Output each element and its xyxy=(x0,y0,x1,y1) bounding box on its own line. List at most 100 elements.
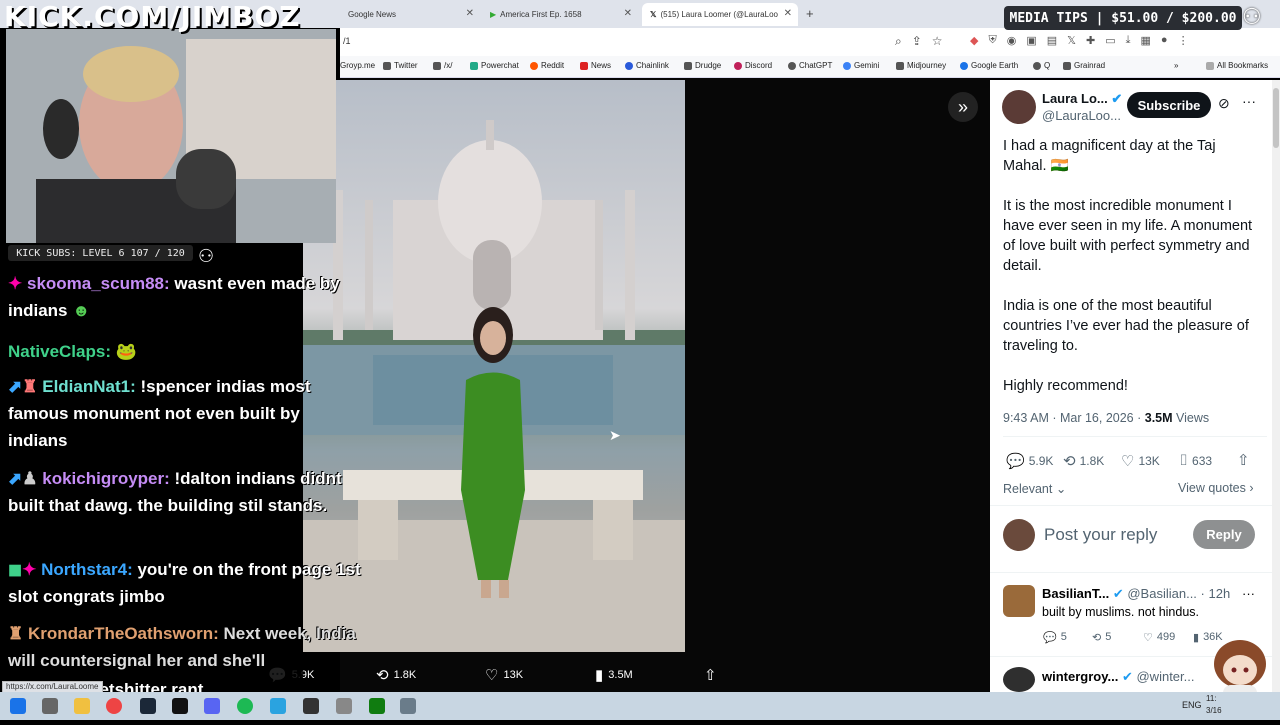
expand-icon[interactable]: » xyxy=(948,92,978,122)
reply-avatar[interactable] xyxy=(1003,585,1035,617)
share-icon[interactable]: ⇪ xyxy=(912,34,922,49)
bookmark[interactable]: Grainrad xyxy=(1063,61,1105,70)
clock-date[interactable]: 3/16 xyxy=(1206,706,1222,715)
reply-retweets[interactable]: ⟲ 5 xyxy=(1092,631,1111,644)
overlay-views-button[interactable]: ▮ 3.5M xyxy=(595,666,633,684)
tab-google-news[interactable]: Google News ✕ xyxy=(340,3,480,26)
scrollbar[interactable] xyxy=(1272,80,1280,692)
extension-icon[interactable]: ▦ xyxy=(1141,34,1151,47)
task-view-icon[interactable] xyxy=(42,698,58,714)
bookmark[interactable]: Twitter xyxy=(383,61,418,70)
spotify-icon[interactable] xyxy=(237,698,253,714)
badge-icon: ✦ xyxy=(8,274,23,293)
extension-icon[interactable]: ▤ xyxy=(1047,34,1057,47)
reply-header: wintergroy... ✔ @winter... xyxy=(1042,669,1194,685)
language-indicator[interactable]: ENG xyxy=(1182,700,1202,710)
profile-icon[interactable]: ● xyxy=(1161,34,1168,47)
bookmark[interactable]: Midjourney xyxy=(896,61,946,70)
bookmark[interactable]: Reddit xyxy=(530,61,564,70)
extension-icon[interactable]: ◉ xyxy=(1007,34,1017,47)
tab-laura-loomer[interactable]: 𝕏 (515) Laura Loomer (@LauraLoo ✕ xyxy=(642,3,798,26)
shield-icon[interactable]: ⛨ xyxy=(988,34,996,47)
steam-icon[interactable] xyxy=(140,698,156,714)
shield-icon[interactable] xyxy=(400,698,416,714)
kick-logo: KICK.COM/JIMBOZ xyxy=(4,0,301,33)
bookmark[interactable]: Groyp.me xyxy=(340,61,375,70)
reply-replies[interactable]: 💬 5 xyxy=(1043,631,1067,644)
reply-button[interactable]: Reply xyxy=(1193,520,1255,549)
reply-age: · 12h xyxy=(1200,586,1231,601)
tab-america-first[interactable]: ▶ America First Ep. 1658 ✕ xyxy=(482,3,638,26)
telegram-icon[interactable] xyxy=(270,698,286,714)
chevron-down-icon: ⌄ xyxy=(1055,482,1067,496)
terminal-icon[interactable] xyxy=(172,698,188,714)
puzzle-icon[interactable]: ✚ xyxy=(1086,34,1095,47)
reply-input[interactable]: Post your reply xyxy=(1044,525,1157,545)
bookmark[interactable]: Drudge xyxy=(684,61,721,70)
reply-stat[interactable]: 💬 5.9K xyxy=(1006,452,1053,470)
discord-icon[interactable] xyxy=(204,698,220,714)
app-icon[interactable] xyxy=(336,698,352,714)
download-icon[interactable]: ⤓ xyxy=(1126,34,1131,47)
bookmark[interactable]: Google Earth xyxy=(960,61,1018,70)
extension-icon[interactable]: ▣ xyxy=(1026,34,1036,47)
reply-likes[interactable]: ♡ 499 xyxy=(1143,631,1175,644)
start-icon[interactable] xyxy=(10,698,26,714)
reply-avatar[interactable] xyxy=(1003,667,1035,692)
author-handle[interactable]: @LauraLoo... xyxy=(1042,108,1121,123)
tab-title: (515) Laura Loomer (@LauraLoo xyxy=(660,10,778,19)
like-stat[interactable]: ♡ 13K xyxy=(1121,452,1160,470)
chrome-icon[interactable] xyxy=(106,698,122,714)
clock-time[interactable]: 11: xyxy=(1206,694,1217,703)
bookmark[interactable]: All Bookmarks xyxy=(1206,61,1268,70)
menu-icon[interactable]: ⋮ xyxy=(1178,34,1189,47)
view-quotes-link[interactable]: View quotes › xyxy=(1178,481,1254,495)
bookmark[interactable]: /x/ xyxy=(433,61,452,70)
xbox-icon[interactable] xyxy=(369,698,385,714)
zoom-icon[interactable]: ⌕ xyxy=(895,34,902,49)
author-name[interactable]: Laura Lo... ✔ xyxy=(1042,91,1122,107)
tab-title: Google News xyxy=(348,10,397,19)
file-explorer-icon[interactable] xyxy=(74,698,90,714)
chevron-right-icon[interactable]: » xyxy=(1174,61,1178,70)
grok-icon[interactable]: ⊘ xyxy=(1218,95,1230,112)
bookmark[interactable]: Chainlink xyxy=(625,61,669,70)
extension-icon[interactable]: ◆ xyxy=(970,34,978,47)
heart-icon: ♡ xyxy=(1143,632,1153,644)
subscribe-button[interactable]: Subscribe xyxy=(1127,92,1211,118)
bookmark[interactable]: Powerchat xyxy=(470,61,519,70)
play-icon: ▶ xyxy=(490,10,497,19)
share-icon[interactable]: ⇧ xyxy=(1237,451,1250,469)
bookmark[interactable]: ChatGPT xyxy=(788,61,832,70)
bookmark-stat[interactable]: ⌷ 633 xyxy=(1179,452,1212,469)
reply-handle: @winter... xyxy=(1136,669,1195,684)
chat-user: NativeClaps: xyxy=(8,342,111,361)
bookmark[interactable]: News xyxy=(580,61,611,70)
sort-dropdown[interactable]: Relevant ⌄ xyxy=(1003,481,1066,496)
tweet-views-count: 3.5M xyxy=(1144,411,1173,425)
more-icon[interactable]: ··· xyxy=(1242,586,1255,601)
more-icon[interactable]: ··· xyxy=(1242,93,1256,109)
sidebar-icon[interactable]: ▭ xyxy=(1105,34,1115,47)
close-icon[interactable]: ✕ xyxy=(466,8,474,19)
mouse-cursor-icon: ➤ xyxy=(609,427,621,443)
bookmark[interactable]: Gemini xyxy=(843,61,879,70)
close-icon[interactable]: ✕ xyxy=(624,8,632,19)
verified-badge-icon: ✔ xyxy=(1112,586,1124,601)
new-tab-button[interactable]: + xyxy=(806,6,814,21)
bookmark[interactable]: Q xyxy=(1033,61,1050,70)
retweet-stat[interactable]: ⟲ 1.8K xyxy=(1063,452,1104,470)
overlay-share-button[interactable]: ⇧ xyxy=(704,666,717,684)
bookmark[interactable]: Discord xyxy=(734,61,772,70)
view-quotes-label: View quotes xyxy=(1178,481,1246,495)
bookmark-star-icon[interactable]: ☆ xyxy=(932,34,943,49)
app-icon[interactable] xyxy=(303,698,319,714)
emote-icon: ☻ xyxy=(72,301,91,320)
x-logo-icon[interactable]: 𝕏 xyxy=(1067,34,1076,47)
taskbar xyxy=(0,692,1280,720)
overlay-like-button[interactable]: ♡ 13K xyxy=(485,666,523,684)
chat-message: ◼✦ Northstar4: you're on the front page … xyxy=(8,556,363,610)
author-avatar[interactable] xyxy=(1002,90,1036,124)
url-text[interactable]: /1 xyxy=(343,36,351,46)
close-icon[interactable]: ✕ xyxy=(784,8,792,19)
